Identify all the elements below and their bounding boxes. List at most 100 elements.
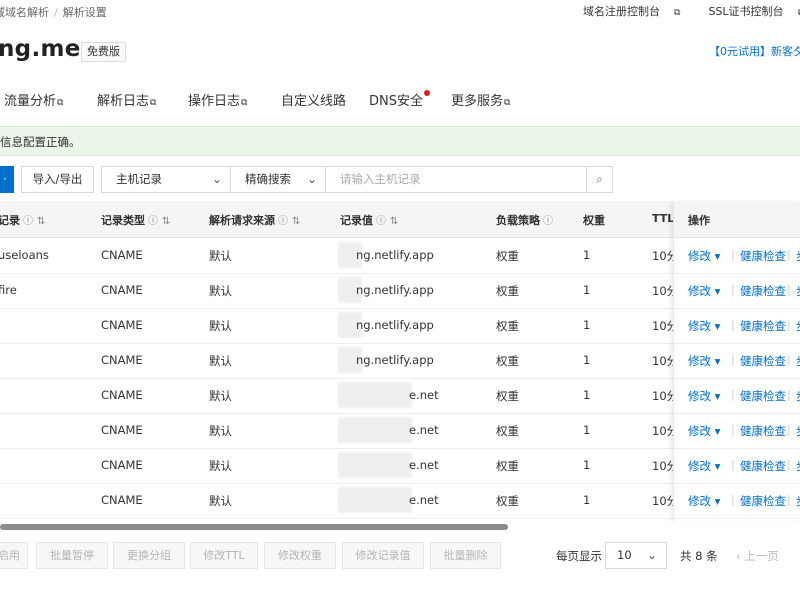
operations-column: 操作 修改 ▾|健康检查|步 修改 ▾|健康检查|步 修改 ▾|健康检查|步 修… — [673, 201, 800, 521]
more-action-button[interactable]: 步 — [796, 423, 800, 439]
trial-link[interactable]: 【0元试用】新客夕 — [709, 43, 800, 59]
cell-weight: 1 — [583, 283, 591, 297]
ssl-console-link[interactable]: SSL证书控制台⧉ — [694, 5, 800, 18]
add-record-button[interactable]: · — [0, 166, 14, 193]
record-type-select[interactable]: 主机记录 ⌄ — [101, 166, 231, 193]
cell-host: fire — [0, 283, 17, 297]
sort-icon[interactable]: ⇅ — [292, 216, 300, 227]
cell-value: e.net — [409, 423, 439, 437]
modify-ttl-button[interactable]: 修改TTL — [190, 542, 258, 569]
more-action-button[interactable]: 步 — [796, 248, 800, 264]
sort-icon[interactable]: ⇅ — [37, 216, 45, 227]
header-type[interactable]: 记录类型 ⓘ ⇅ — [101, 212, 170, 228]
header-value[interactable]: 记录值 ⓘ ⇅ — [340, 212, 398, 228]
sort-icon[interactable]: ⇅ — [162, 216, 170, 227]
health-check-button[interactable]: 健康检查 — [740, 493, 786, 509]
sort-icon[interactable]: ⇅ — [390, 216, 398, 227]
feature-tabs: 流量分析⧉ 解析日志⧉ 操作日志⧉ 自定义线路 DNS安全 更多服务⧉ — [0, 86, 800, 116]
prev-page-button[interactable]: ‹ 上一页 — [736, 548, 779, 564]
cell-weight: 1 — [583, 423, 591, 437]
help-icon[interactable]: ⓘ — [376, 216, 386, 227]
divider: | — [731, 248, 735, 261]
search-mode-select[interactable]: 精确搜索 ⌄ — [230, 166, 326, 193]
tab-more-services[interactable]: 更多服务⧉ — [451, 90, 510, 109]
change-group-button[interactable]: 更换分组 — [113, 542, 185, 569]
operations-row: 修改 ▾|健康检查|步 — [674, 238, 800, 274]
batch-delete-button[interactable]: 批量删除 — [430, 542, 501, 569]
breadcrumb-domain-dns[interactable]: 域域名解析 — [0, 6, 49, 19]
modify-weight-button[interactable]: 修改权重 — [264, 542, 336, 569]
health-check-button[interactable]: 健康检查 — [740, 318, 786, 334]
divider: | — [731, 283, 735, 296]
modify-button[interactable]: 修改 ▾ — [688, 423, 720, 439]
header-policy: 负载策略 ⓘ — [496, 214, 553, 227]
status-alert: 信息配置正确。 — [0, 126, 800, 156]
cell-policy: 权重 — [496, 459, 519, 473]
batch-enable-button[interactable]: 启用 — [0, 542, 28, 569]
cell-type: CNAME — [101, 458, 143, 472]
tab-custom-line[interactable]: 自定义线路 — [281, 90, 346, 109]
search-button[interactable]: ⌕ — [586, 166, 613, 193]
modify-button[interactable]: 修改 ▾ — [688, 318, 720, 334]
health-check-button[interactable]: 健康检查 — [740, 353, 786, 369]
more-action-button[interactable]: 步 — [796, 283, 800, 299]
more-action-button[interactable]: 步 — [796, 318, 800, 334]
domain-console-link[interactable]: 域名注册控制台 ⧉ — [569, 5, 680, 18]
cell-policy: 权重 — [496, 249, 519, 263]
external-link-icon: ⧉ — [674, 8, 681, 18]
modify-button[interactable]: 修改 ▾ — [688, 493, 720, 509]
modify-button[interactable]: 修改 ▾ — [688, 283, 720, 299]
breadcrumb-separator: / — [54, 6, 58, 19]
help-icon[interactable]: ⓘ — [543, 216, 553, 227]
cell-policy: 权重 — [496, 424, 519, 438]
top-links: 域名注册控制台⧉ SSL证书控制台⧉ — [555, 3, 800, 19]
search-input[interactable]: 请输入主机记录 — [325, 166, 587, 193]
modify-button[interactable]: 修改 ▾ — [688, 353, 720, 369]
redacted-value — [338, 452, 412, 478]
notification-dot — [424, 90, 430, 96]
more-action-button[interactable]: 步 — [796, 353, 800, 369]
divider: | — [731, 493, 735, 506]
header-weight: 权重 — [583, 214, 605, 227]
help-icon[interactable]: ⓘ — [23, 216, 33, 227]
modify-button[interactable]: 修改 ▾ — [688, 458, 720, 474]
header-source[interactable]: 解析请求来源 ⓘ ⇅ — [209, 212, 300, 228]
health-check-button[interactable]: 健康检查 — [740, 423, 786, 439]
page-size-select[interactable]: 10 ⌄ — [605, 542, 667, 569]
health-check-button[interactable]: 健康检查 — [740, 388, 786, 404]
health-check-button[interactable]: 健康检查 — [740, 248, 786, 264]
tab-operation-log[interactable]: 操作日志⧉ — [188, 90, 247, 109]
cell-policy: 权重 — [496, 494, 519, 508]
redacted-value — [338, 382, 412, 408]
cell-value: ng.netlify.app — [356, 283, 434, 297]
operations-row: 修改 ▾|健康检查|步 — [674, 483, 800, 519]
header-host[interactable]: 记录 ⓘ ⇅ — [0, 212, 45, 228]
health-check-button[interactable]: 健康检查 — [740, 283, 786, 299]
tab-traffic-analysis[interactable]: 流量分析⧉ — [4, 90, 63, 109]
modify-button[interactable]: 修改 ▾ — [688, 248, 720, 264]
batch-pause-button[interactable]: 批量暂停 — [36, 542, 108, 569]
help-icon[interactable]: ⓘ — [278, 216, 288, 227]
more-action-button[interactable]: 步 — [796, 388, 800, 404]
domain-title: ng.me — [0, 36, 81, 62]
horizontal-scrollbar[interactable] — [0, 524, 508, 530]
modify-value-button[interactable]: 修改记录值 — [342, 542, 424, 569]
cell-source: 默认 — [209, 424, 232, 438]
tab-resolution-log[interactable]: 解析日志⧉ — [97, 90, 156, 109]
operations-row: 修改 ▾|健康检查|步 — [674, 308, 800, 344]
cell-source: 默认 — [209, 354, 232, 368]
tab-dns-security[interactable]: DNS安全 — [369, 90, 430, 109]
more-action-button[interactable]: 步 — [796, 458, 800, 474]
help-icon[interactable]: ⓘ — [148, 216, 158, 227]
cell-policy: 权重 — [496, 389, 519, 403]
more-action-button[interactable]: 步 — [796, 493, 800, 509]
cell-policy: 权重 — [496, 354, 519, 368]
redacted-value — [338, 487, 412, 513]
chevron-down-icon: ⌄ — [646, 548, 657, 562]
top-bar: 域域名解析 / 解析设置 域名注册控制台⧉ SSL证书控制台⧉ — [0, 0, 800, 22]
import-export-button[interactable]: 导入/导出 — [21, 166, 94, 193]
divider: | — [731, 458, 735, 471]
health-check-button[interactable]: 健康检查 — [740, 458, 786, 474]
cell-type: CNAME — [101, 388, 143, 402]
modify-button[interactable]: 修改 ▾ — [688, 388, 720, 404]
